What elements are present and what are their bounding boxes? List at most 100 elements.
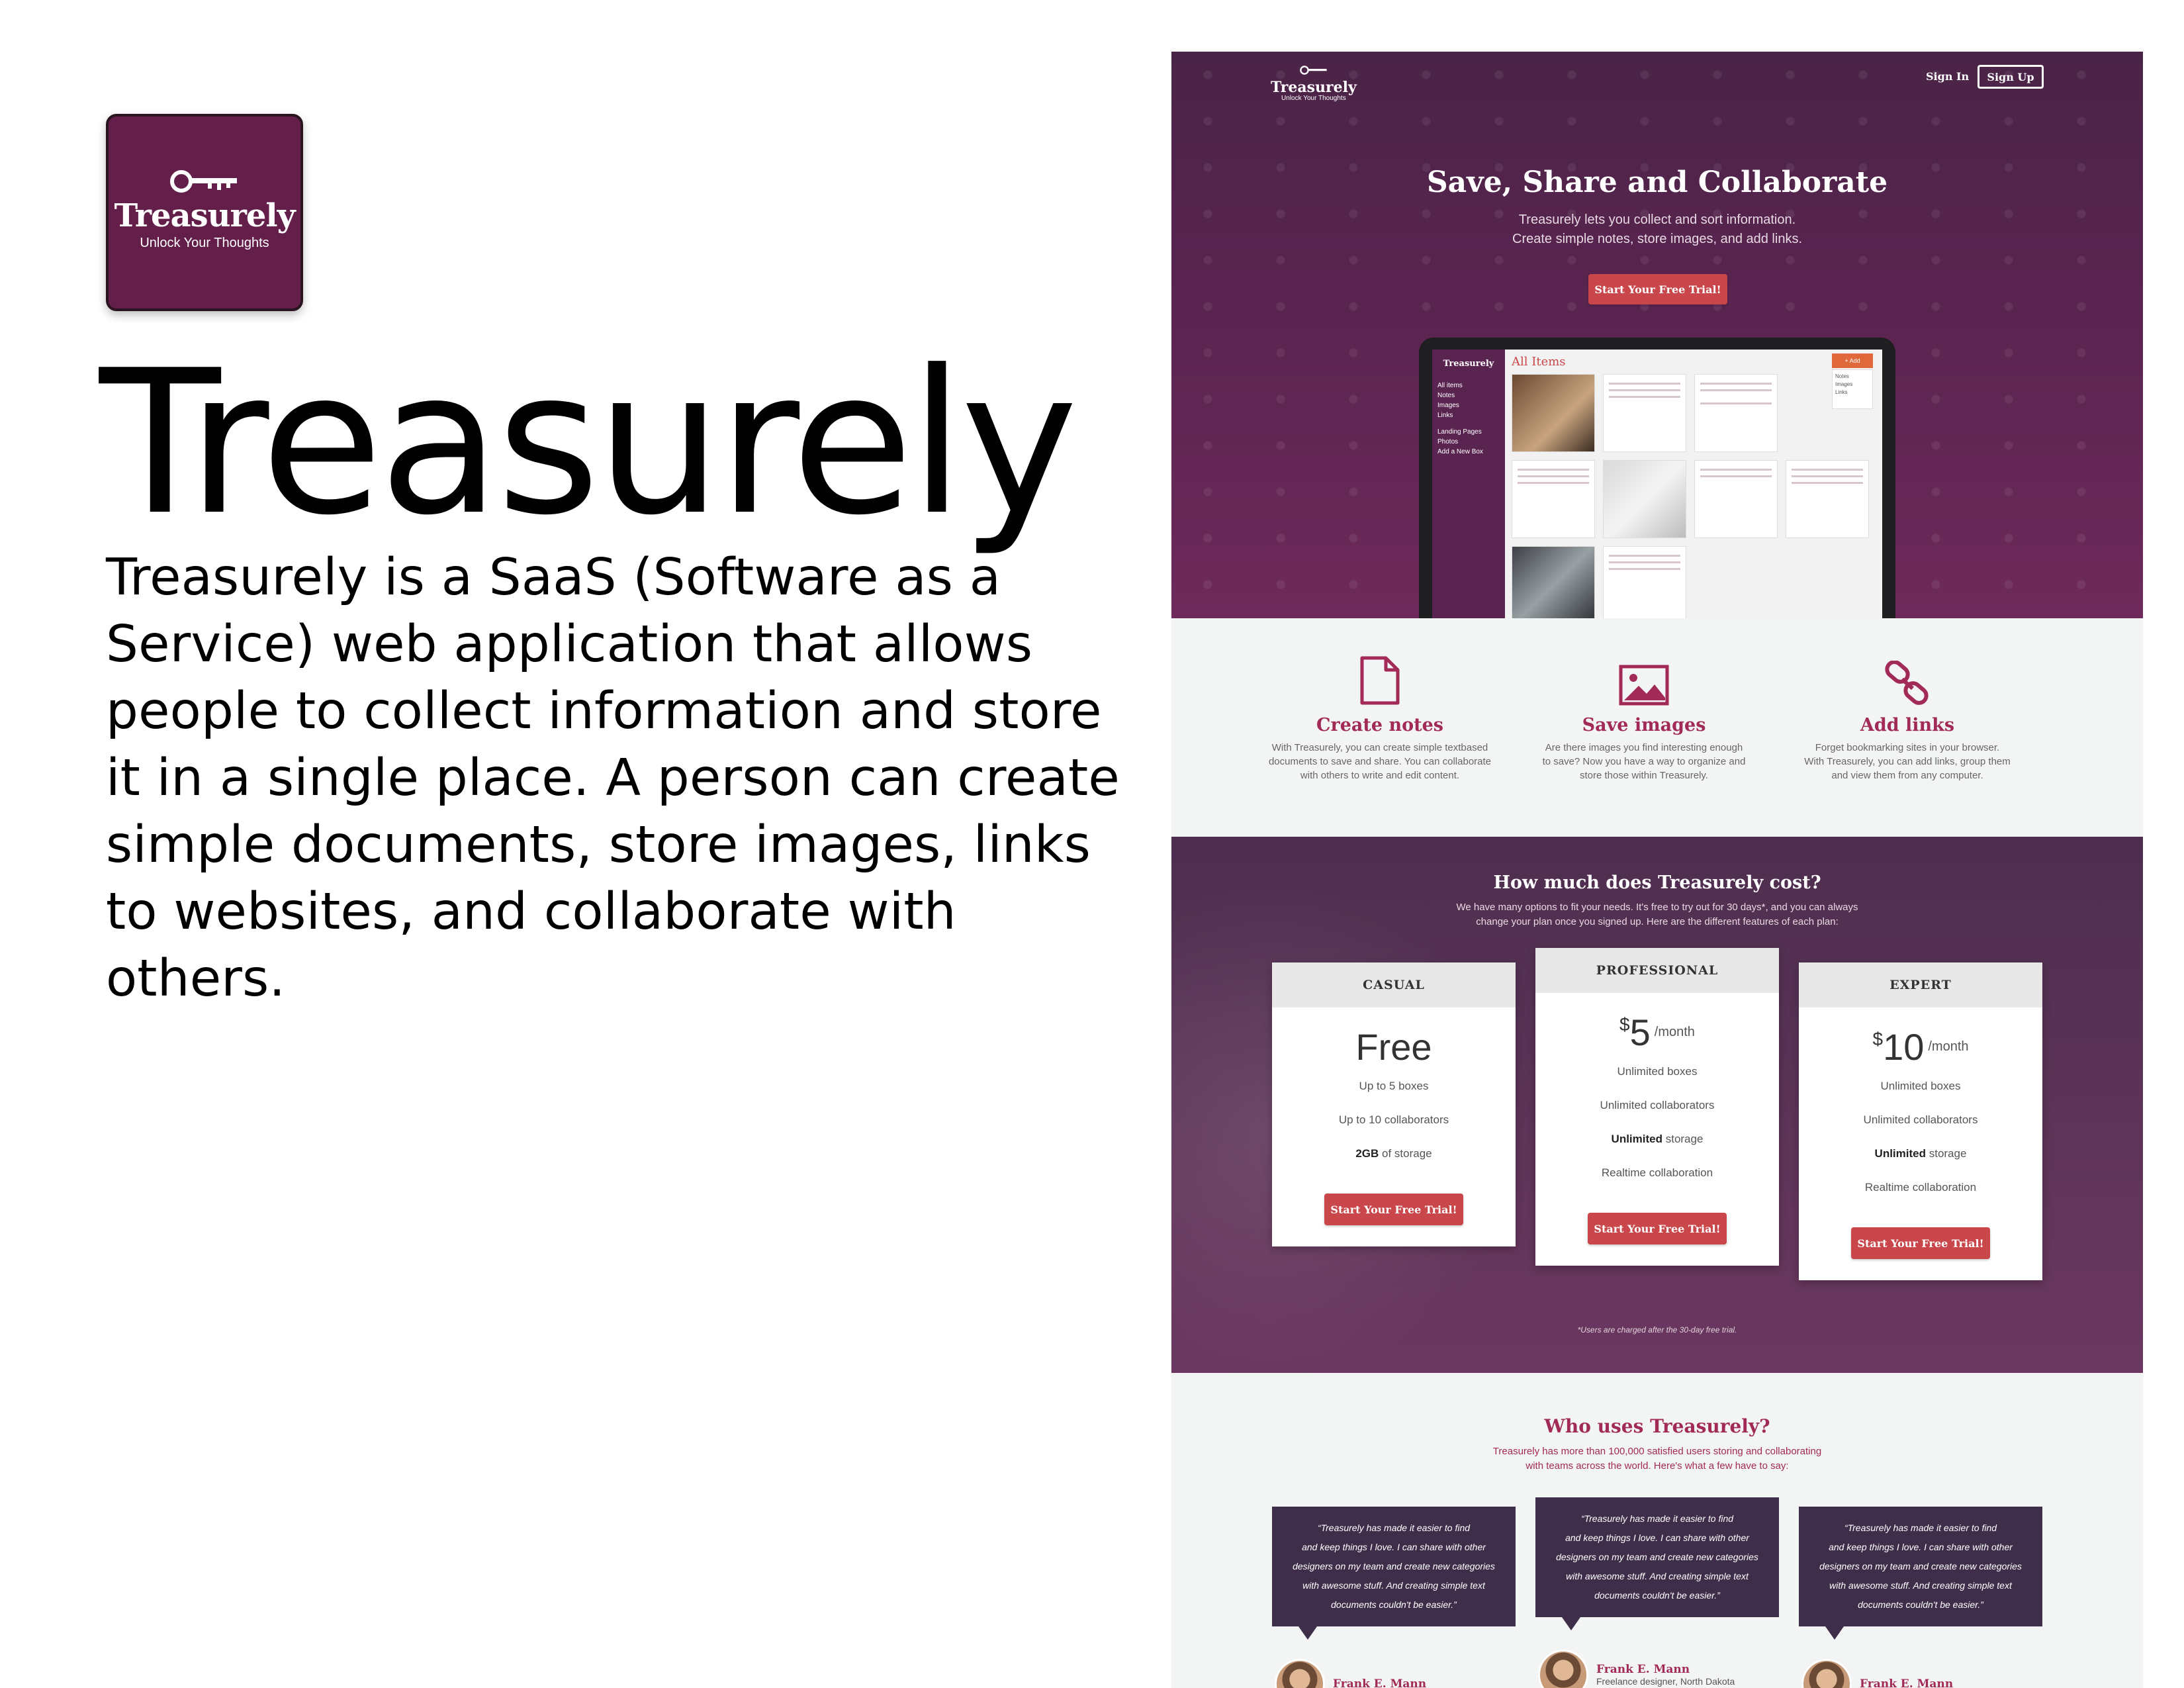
plan-amount: 5 <box>1629 1011 1651 1053</box>
feature-text-line: With Treasurely, you can create simple t… <box>1271 742 1488 753</box>
app-sidebar-item: Photos <box>1437 438 1459 445</box>
app-sidebar-item: All items <box>1437 382 1463 389</box>
app-sidebar-item: Add a New Box <box>1437 448 1483 455</box>
plan-name: PROFESSIONAL <box>1535 948 1779 993</box>
plan-feature: Unlimited collaborators <box>1600 1099 1715 1111</box>
feature-text-line: With Treasurely, you can add links, grou… <box>1804 756 2011 767</box>
app-menu-item: Links <box>1835 389 1848 395</box>
app-item-grid <box>1512 374 1876 618</box>
feature-text-line: store those within Treasurely. <box>1580 770 1708 781</box>
key-icon <box>1300 66 1327 75</box>
plan-feature-strong: 2GB <box>1355 1147 1379 1160</box>
plan-feature: 2GB of storage <box>1272 1147 1516 1170</box>
plan-period: /month <box>1654 1024 1695 1039</box>
pricing-heading: How much does Treasurely cost? <box>1493 872 1821 893</box>
pricing-subtitle-line: We have many options to fit your needs. … <box>1456 902 1858 913</box>
feature-text-line: documents to save and share. You can col… <box>1268 756 1492 767</box>
feature-text: With Treasurely, you can create simple t… <box>1261 741 1499 782</box>
quote-line: documents couldn't be easier.” <box>1331 1599 1457 1610</box>
testimonial-author: Frank E. Mann Freelance designer, North … <box>1538 1650 1735 1688</box>
plan-price: $10/month <box>1799 1025 2042 1068</box>
plan-feature: Unlimited storage <box>1799 1147 2042 1170</box>
quote-line: with awesome stuff. And creating simple … <box>1302 1580 1485 1591</box>
plan-feature-strong: Unlimited <box>1874 1147 1926 1160</box>
testimonials-subtitle-line: with teams across the world. Here's what… <box>1525 1460 1789 1472</box>
app-add-menu: Notes Images Links <box>1832 369 1873 409</box>
app-logo: Treasurely Unlock Your Thoughts <box>106 114 303 311</box>
plan-feature-strong: Unlimited <box>1611 1133 1662 1145</box>
app-sidebar-item: Notes <box>1437 392 1455 399</box>
plan-feature: Unlimited boxes <box>1617 1065 1698 1078</box>
app-sidebar-item: Links <box>1437 412 1453 419</box>
app-tile <box>1786 460 1869 538</box>
testimonials-subtitle: Treasurely has more than 100,000 satisfi… <box>1171 1444 2143 1474</box>
testimonials-section: Who uses Treasurely? Treasurely has more… <box>1171 1373 2143 1688</box>
avatar <box>1275 1659 1325 1688</box>
pricing-footnote: *Users are charged after the 30-day free… <box>1577 1325 1737 1335</box>
plan-card-casual: CASUAL Free Up to 5 boxes Up to 10 colla… <box>1272 962 1516 1246</box>
sign-up-button[interactable]: Sign Up <box>1978 65 2044 89</box>
quote-line: and keep things I love. I can share with… <box>1565 1532 1749 1543</box>
key-icon <box>170 169 237 193</box>
plan-feature: Unlimited collaborators <box>1863 1113 1978 1126</box>
plan-price: $5/month <box>1535 1010 1779 1054</box>
quote-line: “Treasurely has made it easier to find <box>1317 1523 1471 1533</box>
hero-subtitle-line: Treasurely lets you collect and sort inf… <box>1518 212 1796 227</box>
app-tile <box>1512 546 1595 618</box>
feature-text: Forget bookmarking sites in your browser… <box>1788 741 2026 782</box>
quote-line: with awesome stuff. And creating simple … <box>1566 1571 1749 1581</box>
plan-amount: 10 <box>1883 1025 1925 1068</box>
app-title: All Items <box>1512 355 1566 369</box>
plan-currency: $ <box>1872 1029 1884 1049</box>
plan-feature: Up to 10 collaborators <box>1338 1113 1449 1126</box>
quote-line: designers on my team and create new cate… <box>1556 1552 1758 1562</box>
feature-title: Add links <box>1860 715 1955 735</box>
testimonial-quote: “Treasurely has made it easier to find a… <box>1272 1507 1516 1640</box>
app-sidebar-item: Images <box>1437 402 1459 409</box>
start-trial-button[interactable]: Start Your Free Trial! <box>1588 1213 1727 1244</box>
quote-line: and keep things I love. I can share with… <box>1829 1542 2013 1552</box>
feature-text-line: and view them from any computer. <box>1831 770 1983 781</box>
app-screenshot: Treasurely All items Notes Images Links … <box>1432 350 1882 618</box>
plan-feature-rest: storage <box>1926 1147 1967 1160</box>
feature-save-images: Save images Are there images you find in… <box>1525 655 1763 782</box>
start-trial-button[interactable]: Start Your Free Trial! <box>1851 1227 1990 1259</box>
app-sidebar: Treasurely All items Notes Images Links … <box>1432 350 1505 618</box>
plan-period: /month <box>1928 1039 1969 1054</box>
sign-in-link[interactable]: Sign In <box>1926 70 1969 83</box>
plan-feature-rest: of storage <box>1379 1147 1432 1160</box>
nav-logo-brand: Treasurely <box>1271 79 1357 96</box>
hero-section: Treasurely Unlock Your Thoughts Sign In … <box>1171 52 2143 618</box>
start-trial-button[interactable]: Start Your Free Trial! <box>1324 1194 1463 1225</box>
testimonial-quote: “Treasurely has made it easier to find a… <box>1799 1507 2042 1640</box>
page-title: Treasurely <box>99 328 1078 559</box>
plan-feature-rest: storage <box>1662 1133 1704 1145</box>
feature-text: Are there images you find interesting en… <box>1525 741 1763 782</box>
author-name: Frank E. Mann <box>1596 1663 1690 1676</box>
nav-logo[interactable]: Treasurely Unlock Your Thoughts <box>1271 65 1357 102</box>
author-name: Frank E. Mann <box>1333 1677 1427 1688</box>
avatar <box>1538 1650 1588 1688</box>
plan-card-expert: EXPERT $10/month Unlimited boxes Unlimit… <box>1799 962 2042 1280</box>
app-logo-tagline: Unlock Your Thoughts <box>140 235 269 250</box>
testimonials-heading: Who uses Treasurely? <box>1544 1415 1770 1437</box>
website-mockup: Treasurely Unlock Your Thoughts Sign In … <box>1171 52 2143 1688</box>
quote-line: documents couldn't be easier.” <box>1858 1599 1983 1610</box>
plan-feature: Realtime collaboration <box>1601 1166 1713 1179</box>
hero-heading: Save, Share and Collaborate <box>1426 165 1888 199</box>
laptop-mockup: Treasurely All items Notes Images Links … <box>1419 338 1895 618</box>
author-name: Frank E. Mann <box>1860 1677 1954 1688</box>
quote-line: documents couldn't be easier.” <box>1594 1590 1720 1601</box>
feature-text-line: Forget bookmarking sites in your browser… <box>1815 742 2000 753</box>
start-trial-button[interactable]: Start Your Free Trial! <box>1588 274 1727 305</box>
quote-line: “Treasurely has made it easier to find <box>1580 1513 1734 1524</box>
feature-title: Create notes <box>1316 715 1443 735</box>
quote-line: designers on my team and create new cate… <box>1819 1561 2022 1571</box>
app-main: All Items + Add Notes Images Links <box>1505 350 1882 618</box>
testimonial-author: Frank E. Mann <box>1275 1659 1426 1688</box>
avatar <box>1801 1659 1852 1688</box>
image-icon <box>1619 665 1669 706</box>
app-sidebar-item: Landing Pages <box>1437 428 1482 436</box>
feature-title: Save images <box>1582 715 1706 735</box>
app-tile <box>1694 460 1778 538</box>
